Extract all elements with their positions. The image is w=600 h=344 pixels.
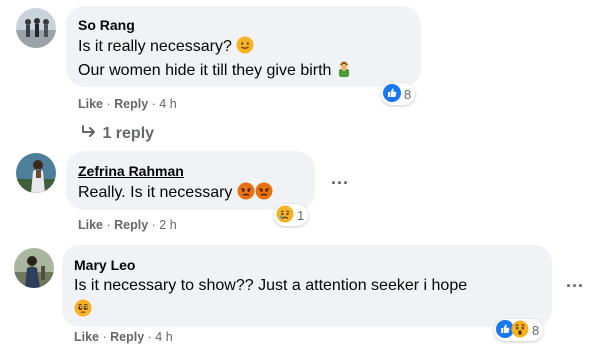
angry-face-icon — [237, 182, 255, 207]
reaction-summary[interactable]: 8 — [381, 83, 416, 105]
comment-text-line: Is it necessary to show?? Just a attenti… — [74, 277, 468, 294]
comment-text-line: Is it really necessary? — [78, 36, 254, 61]
comment-timestamp[interactable]: 2 h — [159, 218, 176, 232]
avatar[interactable] — [16, 153, 56, 193]
like-action[interactable]: Like — [78, 218, 103, 232]
avatar[interactable] — [14, 248, 54, 288]
more-options-button[interactable]: ... — [566, 271, 584, 292]
more-options-button[interactable]: ... — [331, 168, 349, 189]
comment-text-line — [74, 299, 92, 324]
comment-timestamp[interactable]: 4 h — [155, 330, 172, 344]
like-action[interactable]: Like — [78, 97, 103, 111]
view-replies-link[interactable]: 1 reply — [80, 125, 154, 143]
comment-author[interactable]: Zefrina Rahman — [78, 163, 184, 179]
wow-icon — [511, 320, 529, 341]
slightly-smiling-face-icon — [236, 36, 254, 61]
comment-text-line: Our women hide it till they give birth — [78, 60, 352, 85]
reaction-summary[interactable]: 1 — [274, 204, 309, 226]
avatar[interactable] — [16, 8, 56, 48]
comment-author[interactable]: So Rang — [78, 17, 135, 33]
reply-action[interactable]: Reply — [114, 218, 148, 232]
comment-actions: Like · Reply · 4 h — [78, 97, 177, 111]
pleading-face-icon — [74, 299, 92, 324]
reply-arrow-icon — [80, 125, 102, 142]
reply-action[interactable]: Reply — [110, 330, 144, 344]
reaction-count: 1 — [297, 207, 305, 223]
angry-face-icon — [255, 182, 273, 207]
comment-actions: Like · Reply · 2 h — [78, 218, 177, 232]
comment-timestamp[interactable]: 4 h — [159, 97, 176, 111]
reaction-count: 8 — [532, 322, 540, 338]
sad-icon — [276, 205, 294, 226]
reaction-count: 8 — [404, 86, 412, 102]
comment-actions: Like · Reply · 4 h — [74, 330, 173, 344]
like-action[interactable]: Like — [74, 330, 99, 344]
reply-action[interactable]: Reply — [114, 97, 148, 111]
man-facepalming-icon — [336, 60, 352, 85]
comment-author[interactable]: Mary Leo — [74, 257, 135, 273]
like-icon — [383, 83, 401, 105]
comment-text-line: Really. Is it necessary — [78, 182, 273, 207]
